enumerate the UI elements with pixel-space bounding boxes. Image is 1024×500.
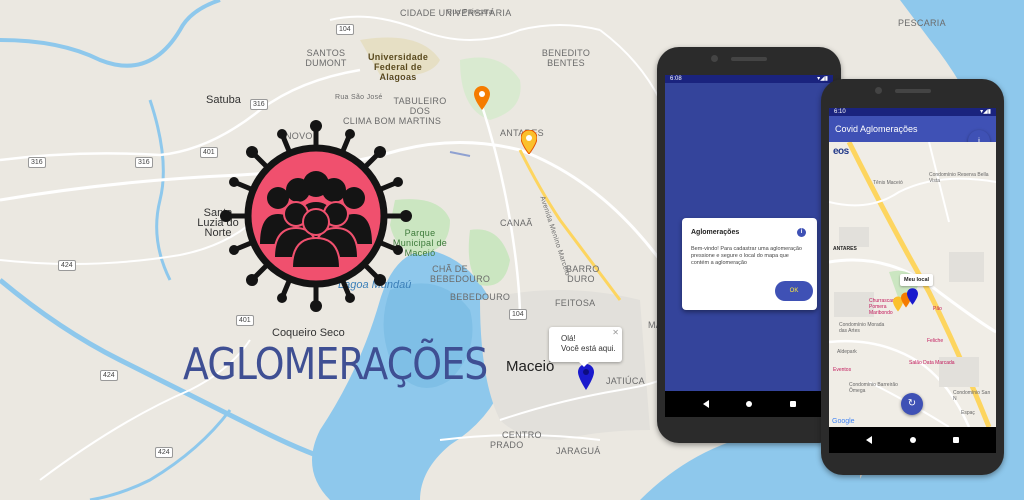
popup-line-2: Você está aqui.: [561, 344, 616, 353]
app-bar-title: Covid Aglomerações: [835, 124, 918, 134]
android-nav-bar: [665, 391, 833, 417]
map-popup[interactable]: ✕ Olá! Você está aqui.: [549, 327, 622, 367]
status-icons: ▾◢▮: [980, 109, 991, 115]
google-logo: Google: [832, 418, 855, 425]
blue-pin-icon[interactable]: [578, 364, 594, 390]
status-time: 6:10: [834, 109, 846, 115]
status-bar: 6:08 ▾◢▮: [665, 75, 833, 83]
mini-map[interactable]: eos Condomínio Reserva Bella Vista Tênis…: [829, 140, 996, 428]
phone-camera: [875, 87, 882, 94]
mini-map-label: Pão: [933, 306, 942, 312]
home-icon[interactable]: [746, 401, 752, 407]
mini-map-label: Feliche: [927, 338, 944, 344]
phone-speaker: [731, 57, 767, 61]
mini-map-label: Condomínio Reserva Bella Vista: [929, 172, 989, 184]
close-icon[interactable]: ✕: [612, 328, 619, 338]
mini-map-label: Condomínio Morada das Artes: [839, 322, 885, 334]
map-label-maceio: Maceió: [506, 358, 555, 375]
phone-speaker: [894, 89, 931, 93]
back-icon[interactable]: [866, 436, 873, 444]
mini-map-label: Tênis Maceió: [873, 180, 903, 186]
yellow-pin-icon[interactable]: [521, 130, 537, 154]
dialog-title: Aglomerações: [691, 229, 740, 236]
road-shield: 424: [58, 260, 76, 271]
welcome-dialog: Aglomerações i Bem-vindo! Para cadastrar…: [682, 218, 817, 310]
road-shield: 316: [135, 157, 153, 168]
mini-map-label: ANTARES: [833, 246, 857, 252]
map-label-prado: PRADO: [490, 440, 524, 450]
status-time: 6:08: [670, 76, 682, 82]
map-label-cha-bebedouro: CHÃ DE BEBEDOURO: [430, 264, 491, 284]
map-label-jatiuca: JATIÚCA: [606, 376, 645, 386]
road-shield: 424: [100, 370, 118, 381]
map-label-rua-sao-jose: Rua São José: [335, 94, 383, 101]
blue-pin-icon[interactable]: [907, 288, 918, 305]
phone-camera: [711, 55, 718, 62]
phone-screen: 6:08 ▾◢▮ Aglomerações i Bem-vindo! Para …: [665, 75, 833, 417]
map-label-rua-pajucara: Rua Pajuçara: [447, 9, 494, 16]
mini-map-label: Condomínio San N: [953, 390, 991, 402]
back-icon[interactable]: [702, 400, 709, 408]
map-label-bebedouro: BEBEDOURO: [450, 292, 511, 302]
mini-map-label: Eventos: [833, 367, 852, 373]
phone-mockup-welcome: 6:08 ▾◢▮ Aglomerações i Bem-vindo! Para …: [657, 47, 841, 443]
map-label-coqueiro-seco: Coqueiro Seco: [272, 327, 345, 339]
dialog-body: Bem-vindo! Para cadastrar uma aglomeraçã…: [691, 246, 802, 266]
map-label-pescaria: PESCARIA: [898, 18, 946, 28]
recents-icon[interactable]: [952, 437, 959, 443]
map-label-santos-dumont: SANTOS DUMONT: [305, 48, 347, 68]
mini-map-label: Salão Data Marcada: [909, 360, 955, 366]
my-location-tooltip: Meu local: [900, 274, 934, 286]
phone-screen: 6:10 ▾◢▮ Covid Aglomerações i eos Condom…: [829, 108, 996, 453]
eos-logo: eos: [833, 146, 849, 157]
orange-pin-icon[interactable]: [474, 86, 490, 110]
map-label-ufal: Universidade Federal de Alagoas: [368, 52, 429, 82]
info-icon: i: [797, 228, 806, 237]
ok-button[interactable]: OK: [775, 281, 813, 301]
road-shield: 104: [336, 24, 354, 35]
road-shield: 401: [200, 147, 218, 158]
android-nav-bar: [829, 427, 996, 453]
road-shield: 104: [509, 309, 527, 320]
mini-map-label: Espaç: [961, 410, 975, 416]
status-bar: 6:10 ▾◢▮: [829, 108, 996, 116]
mini-map-label: Condomínio Barreirão Ômega: [849, 382, 898, 394]
mini-map-label: Aldepark: [837, 349, 857, 355]
map-label-jaragua: JARAGUÁ: [556, 446, 601, 456]
road-shield: 316: [28, 157, 46, 168]
app-title: AGLOMERAÇÕES: [183, 339, 488, 390]
map-label-satuba: Satuba: [206, 94, 241, 106]
map-label-benedito-bentes: BENEDITO BENTES: [541, 48, 591, 68]
map-label-centro: CENTRO: [502, 430, 542, 440]
road-shield: 424: [155, 447, 173, 458]
phone-mockup-map: 6:10 ▾◢▮ Covid Aglomerações i eos Condom…: [821, 79, 1004, 475]
home-icon[interactable]: [909, 437, 916, 443]
refresh-button[interactable]: ↻: [901, 393, 923, 415]
map-label-canaa: CANAÃ: [500, 218, 533, 228]
map-label-feitosa: FEITOSA: [555, 298, 596, 308]
status-icons: ▾◢▮: [817, 76, 828, 82]
virus-crowd-logo-icon: [220, 120, 412, 312]
road-shield: 316: [250, 99, 268, 110]
road-shield: 401: [236, 315, 254, 326]
recents-icon[interactable]: [789, 401, 796, 407]
